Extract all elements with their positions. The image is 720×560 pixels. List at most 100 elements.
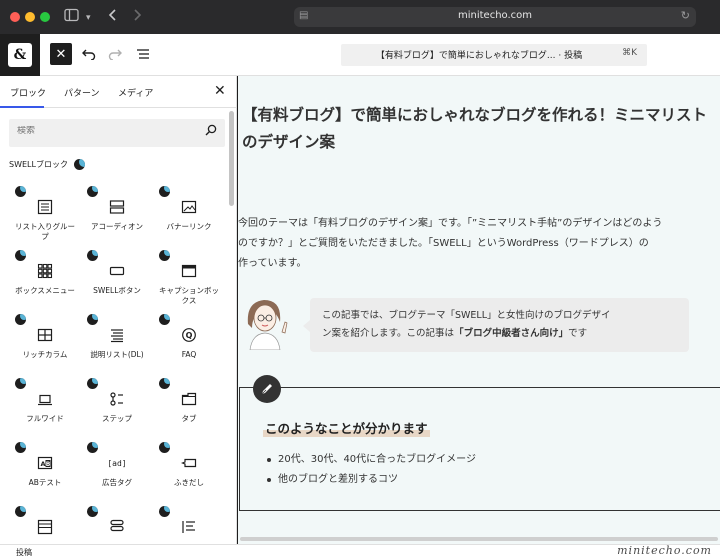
- back-icon[interactable]: [108, 8, 118, 28]
- address-bar[interactable]: ▤ minitecho.com ↻: [294, 7, 696, 27]
- swell-badge-icon: [15, 506, 26, 517]
- block-item[interactable]: アコーディオン: [81, 184, 153, 248]
- tab-patterns[interactable]: パターン: [64, 86, 100, 99]
- site-logo-icon: &: [8, 43, 32, 67]
- swell-badge-icon: [87, 506, 98, 517]
- list-item: 20代、30代、40代に合ったブログイメージ: [266, 450, 476, 470]
- minimize-window-button[interactable]: [25, 12, 35, 22]
- svg-text:B: B: [46, 461, 51, 468]
- watermark: minitecho.com: [617, 544, 712, 557]
- block-item[interactable]: キャプションボックス: [153, 248, 225, 312]
- grid-icon: [37, 263, 53, 279]
- block-item[interactable]: AB ABテスト: [9, 440, 81, 504]
- breadcrumb[interactable]: 投稿: [16, 547, 32, 558]
- block-item[interactable]: タブ: [153, 376, 225, 440]
- redo-button[interactable]: [104, 43, 126, 65]
- status-bar: 投稿 minitecho.com: [0, 544, 720, 560]
- close-icon[interactable]: ✕: [214, 83, 226, 99]
- document-overview-button[interactable]: [132, 43, 154, 65]
- search-field: [9, 119, 225, 147]
- block-item[interactable]: [153, 504, 225, 544]
- block-item[interactable]: リッチカラム: [9, 312, 81, 376]
- block-item[interactable]: ふきだし: [153, 440, 225, 504]
- block-item[interactable]: ステップ: [81, 376, 153, 440]
- summary-box[interactable]: このようなことが分かります 20代、30代、40代に合ったブログイメージ 他のブ…: [239, 375, 720, 511]
- balloon-bubble: この記事では、ブログテーマ「SWELL」と女性向けのブログデザイ ン案を紹介します…: [303, 298, 689, 352]
- list-box-icon: [37, 199, 53, 215]
- image-icon: [181, 199, 197, 215]
- dl-list-icon: [109, 327, 125, 343]
- swell-badge-icon: [159, 442, 170, 453]
- intro-paragraph[interactable]: 今回のテーマは「有料ブログのデザイン案」です。「”ミニマリスト手帖”のデザインは…: [238, 214, 720, 274]
- ad-tag-icon: [ad]: [107, 455, 127, 471]
- undo-button[interactable]: [78, 43, 100, 65]
- fullwide-icon: [37, 391, 53, 407]
- speech-balloon[interactable]: この記事では、ブログテーマ「SWELL」と女性向けのブログデザイ ン案を紹介します…: [238, 294, 720, 358]
- columns-icon: [37, 327, 53, 343]
- block-inserter: ブロック パターン メディア ✕ SWELLブロック リスト入りグループ アコー…: [0, 76, 237, 544]
- tab-media[interactable]: メディア: [118, 86, 153, 99]
- block-item[interactable]: Q FAQ: [153, 312, 225, 376]
- editor-toolbar: & ✕ 【有料ブログ】で簡単におしゃれなブログ... · 投稿 ⌘K: [0, 34, 720, 76]
- box-title: このようなことが分かります: [263, 418, 430, 437]
- block-label: ステップ: [102, 414, 132, 423]
- sidebar-toggle-icon[interactable]: [64, 8, 80, 28]
- block-label: アコーディオン: [91, 222, 143, 231]
- caption-box-icon: [181, 263, 197, 279]
- block-item[interactable]: ボックスメニュー: [9, 248, 81, 312]
- swell-badge-icon: [159, 314, 170, 325]
- sidebar-scrollbar[interactable]: [229, 111, 234, 206]
- category-label: SWELLブロック: [9, 160, 68, 169]
- block-category-heading: SWELLブロック: [9, 159, 85, 170]
- balloon-text-bold: 「ブログ中級者さん向け」: [454, 328, 569, 339]
- search-input[interactable]: [17, 126, 197, 136]
- block-label: リッチカラム: [22, 350, 68, 359]
- block-item[interactable]: [81, 504, 153, 544]
- balloon-text: この記事では、ブログテーマ「SWELL」と女性向けのブログデザイ ン案を紹介します…: [322, 310, 611, 339]
- close-inserter-button[interactable]: ✕: [50, 43, 72, 65]
- swell-badge-icon: [159, 186, 170, 197]
- box-list: 20代、30代、40代に合ったブログイメージ 他のブログと差別するコツ: [266, 450, 476, 490]
- swell-badge-icon: [87, 378, 98, 389]
- editor-canvas: 【有料ブログ】で簡単におしゃれなブログを作れる！ミニマリスト のデザイン案 今回…: [238, 76, 720, 544]
- zoom-window-button[interactable]: [40, 12, 50, 22]
- swell-badge-icon: [159, 378, 170, 389]
- block-item[interactable]: リスト入りグループ: [9, 184, 81, 248]
- block-label: バナーリンク: [166, 222, 212, 231]
- tab-blocks[interactable]: ブロック: [10, 86, 46, 99]
- swell-badge-icon: [159, 250, 170, 261]
- block-item[interactable]: フルワイド: [9, 376, 81, 440]
- balloon-icon: [180, 455, 197, 471]
- swell-logo-icon: [73, 159, 85, 170]
- swell-badge-icon: [15, 186, 26, 197]
- pen-icon: [253, 375, 281, 403]
- block-item[interactable]: バナーリンク: [153, 184, 225, 248]
- block-label: FAQ: [181, 350, 197, 359]
- horizontal-scrollbar[interactable]: [240, 537, 718, 541]
- block-label: タブ: [181, 414, 197, 423]
- block-item[interactable]: SWELLボタン: [81, 248, 153, 312]
- swell-badge-icon: [15, 314, 26, 325]
- search-icon[interactable]: [205, 124, 217, 139]
- chevron-down-icon[interactable]: ▾: [86, 9, 91, 27]
- forward-icon[interactable]: [132, 8, 142, 28]
- block-item[interactable]: [9, 504, 81, 544]
- button-icon: [109, 263, 125, 279]
- site-logo[interactable]: &: [0, 34, 40, 76]
- toc-icon: [181, 519, 197, 535]
- reload-icon[interactable]: ↻: [681, 9, 690, 22]
- swell-badge-icon: [15, 442, 26, 453]
- list-item: 他のブログと差別するコツ: [266, 470, 476, 490]
- block-item[interactable]: [ad] 広告タグ: [81, 440, 153, 504]
- faq-icon: Q: [181, 327, 197, 343]
- swell-badge-icon: [87, 250, 98, 261]
- close-window-button[interactable]: [10, 12, 20, 22]
- swell-badge-icon: [15, 250, 26, 261]
- block-label: 説明リスト(DL): [90, 350, 144, 359]
- post-title[interactable]: 【有料ブログ】で簡単におしゃれなブログを作れる！ミニマリスト のデザイン案: [242, 102, 720, 156]
- active-tab-indicator: [0, 106, 44, 108]
- command-palette-bar[interactable]: 【有料ブログ】で簡単におしゃれなブログ... · 投稿 ⌘K: [341, 44, 647, 66]
- block-item[interactable]: 説明リスト(DL): [81, 312, 153, 376]
- accordion-icon: [109, 199, 125, 215]
- ab-test-icon: AB: [37, 455, 53, 471]
